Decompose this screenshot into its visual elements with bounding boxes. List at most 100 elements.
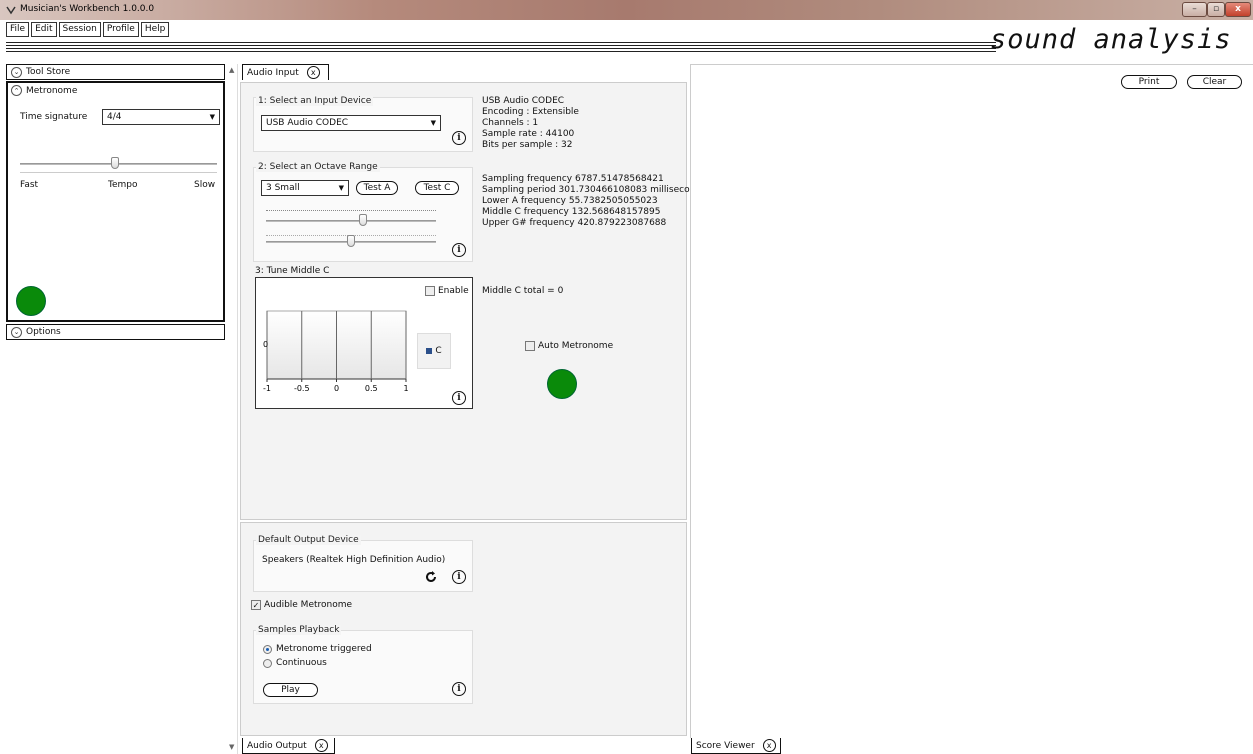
- menu-session[interactable]: Session: [58, 22, 101, 37]
- input-device-value: USB Audio CODEC: [266, 118, 349, 128]
- test-a-button[interactable]: Test A: [356, 181, 398, 195]
- radio-selected[interactable]: [263, 644, 272, 654]
- metronome-label: Metronome: [26, 85, 78, 96]
- close-tab-icon[interactable]: x: [306, 66, 320, 79]
- device-info-line: Channels : 1: [482, 118, 539, 128]
- chevron-down-icon: ⌄: [11, 326, 22, 338]
- dropdown-arrow-icon: ▼: [430, 119, 436, 127]
- header-rule: [6, 48, 996, 49]
- header-rule: [6, 42, 996, 43]
- device-info-line: Sample rate : 44100: [482, 129, 575, 139]
- header-rule: [6, 45, 996, 46]
- menu-profile[interactable]: Profile: [102, 22, 139, 37]
- logo: sound analysis: [990, 24, 1232, 55]
- tab-audio-output-label: Audio Output: [247, 740, 307, 751]
- menu-edit[interactable]: Edit: [31, 22, 57, 37]
- splitter[interactable]: [237, 64, 238, 754]
- device-info-line: Encoding : Extensible: [482, 107, 579, 117]
- tab-audio-input[interactable]: Audio Input x: [242, 64, 329, 80]
- menu-file[interactable]: File: [6, 22, 30, 37]
- time-signature-select[interactable]: 4/4 ▼: [102, 109, 220, 125]
- auto-metronome-label: Auto Metronome: [538, 341, 614, 351]
- tempo-slow-label: Slow: [194, 180, 216, 190]
- audible-metronome-checkbox[interactable]: ✓: [251, 600, 261, 610]
- header-rule: [6, 51, 996, 52]
- option-continuous[interactable]: Continuous: [263, 658, 327, 668]
- y-tick-label: 0: [263, 340, 268, 349]
- middle-c-total: Middle C total = 0: [482, 286, 564, 296]
- x-tick-label: -0.5: [294, 384, 310, 393]
- menu-bar: File Edit Session Profile Help: [6, 22, 170, 38]
- option-metronome-triggered[interactable]: Metronome triggered: [263, 644, 372, 654]
- tab-audio-output[interactable]: Audio Output x: [242, 738, 335, 754]
- x-tick-label: 0: [334, 384, 339, 393]
- octave-slider1-thumb[interactable]: [358, 214, 367, 226]
- device-info-line: Bits per sample : 32: [482, 140, 573, 150]
- octave-info-line: Middle C frequency 132.568648157895: [482, 207, 661, 217]
- octave-slider2-thumb[interactable]: [347, 235, 355, 247]
- maximize-button[interactable]: ▫: [1207, 2, 1225, 17]
- options-header[interactable]: ⌄ Options: [6, 324, 225, 340]
- auto-metronome-toggle[interactable]: Auto Metronome: [525, 341, 613, 351]
- output-device-value: Speakers (Realtek High Definition Audio): [262, 555, 446, 565]
- enable-label: Enable: [438, 286, 469, 296]
- step2-title: 2: Select an Octave Range: [256, 162, 380, 172]
- tool-store-label: Tool Store: [26, 67, 71, 77]
- octave-slider1-track[interactable]: [266, 220, 436, 222]
- x-tick-label: 1: [403, 384, 408, 393]
- audible-metronome-toggle[interactable]: ✓ Audible Metronome: [251, 600, 352, 610]
- samples-playback-title: Samples Playback: [256, 625, 342, 635]
- refresh-icon[interactable]: [424, 570, 438, 584]
- window-title: Musician's Workbench 1.0.0.0: [20, 4, 155, 14]
- enable-checkbox[interactable]: [425, 286, 435, 296]
- info-icon[interactable]: i: [452, 570, 466, 584]
- chevron-down-icon: ⌄: [11, 66, 22, 78]
- dropdown-arrow-icon: ▼: [209, 113, 215, 121]
- step3-title: 3: Tune Middle C: [255, 266, 330, 276]
- tempo-tick-line: [20, 172, 217, 173]
- scroll-down-icon[interactable]: ▼: [229, 743, 234, 751]
- close-tab-icon[interactable]: x: [314, 739, 328, 752]
- octave-info: Sampling frequency 6787.51478568421 Samp…: [482, 174, 706, 229]
- octave-info-line: Sampling frequency 6787.51478568421: [482, 174, 664, 184]
- device-info: USB Audio CODEC Encoding : Extensible Ch…: [482, 96, 579, 151]
- output-device-group: [253, 540, 473, 592]
- metronome-header[interactable]: ⌃ Metronome: [11, 85, 77, 96]
- x-tick-label: -1: [263, 384, 271, 393]
- info-icon[interactable]: i: [452, 131, 466, 145]
- scroll-up-icon[interactable]: ▲: [229, 66, 234, 74]
- time-signature-value: 4/4: [107, 112, 122, 122]
- title-bar: Musician's Workbench 1.0.0.0 – ▫ x: [0, 0, 1253, 20]
- octave-info-line: Lower A frequency 55.7382505055023: [482, 196, 658, 206]
- radio-unselected[interactable]: [263, 658, 272, 668]
- enable-toggle[interactable]: Enable: [425, 286, 469, 296]
- info-icon[interactable]: i: [452, 682, 466, 696]
- octave-select[interactable]: 3 Small ▼: [261, 180, 349, 196]
- tempo-slider-thumb[interactable]: [110, 157, 119, 169]
- option-triggered-label: Metronome triggered: [276, 644, 372, 654]
- legend-swatch: [426, 348, 433, 354]
- dropdown-arrow-icon: ▼: [338, 184, 344, 192]
- tab-score-viewer-label: Score Viewer: [696, 740, 755, 751]
- auto-metronome-checkbox[interactable]: [525, 341, 535, 351]
- minimize-button[interactable]: –: [1182, 2, 1207, 17]
- tab-audio-input-label: Audio Input: [247, 67, 299, 78]
- app-icon: [6, 6, 16, 15]
- clear-button[interactable]: Clear: [1187, 75, 1242, 89]
- print-button[interactable]: Print: [1121, 75, 1177, 89]
- info-icon[interactable]: i: [452, 391, 466, 405]
- tool-store-header[interactable]: ⌄ Tool Store: [6, 64, 225, 80]
- option-continuous-label: Continuous: [276, 658, 327, 668]
- close-tab-icon[interactable]: x: [762, 739, 776, 752]
- info-icon[interactable]: i: [452, 243, 466, 257]
- menu-help[interactable]: Help: [140, 22, 170, 37]
- tab-score-viewer[interactable]: Score Viewer x: [691, 738, 781, 754]
- play-button[interactable]: Play: [263, 683, 318, 697]
- octave-slider1-ticks: [266, 210, 436, 212]
- audible-metronome-label: Audible Metronome: [264, 600, 353, 610]
- default-output-title: Default Output Device: [256, 535, 361, 545]
- close-button[interactable]: x: [1225, 2, 1251, 17]
- input-device-select[interactable]: USB Audio CODEC ▼: [261, 115, 441, 131]
- test-c-button[interactable]: Test C: [415, 181, 459, 195]
- chevron-up-icon: ⌃: [11, 85, 22, 96]
